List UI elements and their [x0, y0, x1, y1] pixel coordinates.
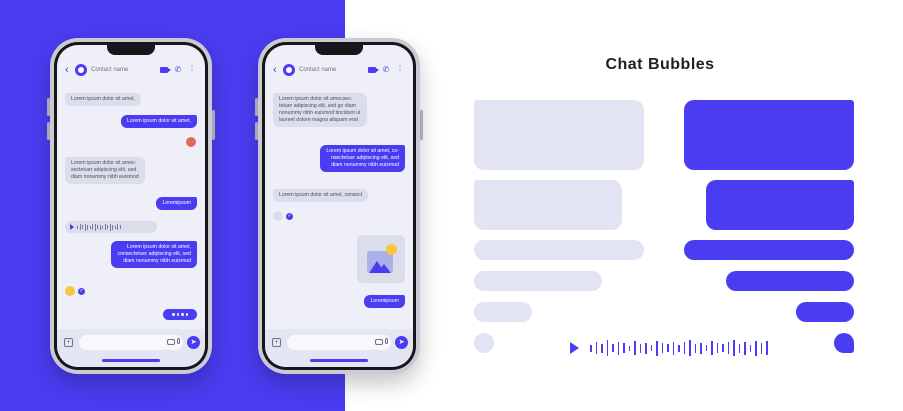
volume-down-button	[47, 122, 50, 140]
bubble-shape-blue-short	[726, 271, 854, 291]
volume-up-button	[255, 98, 258, 116]
volume-up-button	[47, 98, 50, 116]
home-indicator	[102, 359, 160, 362]
bubble-shape-blue-wide	[684, 240, 854, 260]
emoji-avatar	[65, 286, 75, 296]
phone-icon[interactable]: ✆	[173, 65, 183, 75]
more-icon[interactable]: ⋮	[187, 65, 197, 75]
contact-name[interactable]: Contact name	[299, 67, 363, 73]
message-outgoing[interactable]: Lorem ipsum dolor sit amet, co- nsectetu…	[320, 145, 405, 172]
message-incoming[interactable]: Lorem ipsum dolor sit amecsec- tetuer ad…	[273, 93, 367, 127]
notch	[107, 45, 155, 55]
chat-screen: ‹ Contact name ✆ ⋮ Lorem ipsum dolor sit…	[57, 45, 205, 367]
message-composer: + ➤	[57, 329, 205, 367]
check-icon: ✓	[286, 213, 293, 220]
message-outgoing[interactable]: Loremipsum	[364, 295, 405, 308]
back-arrow-icon[interactable]: ‹	[273, 64, 283, 76]
voice-waveform	[570, 338, 772, 358]
power-button	[420, 110, 423, 140]
bubble-shape-blue-small	[796, 302, 854, 322]
typing-indicator	[163, 309, 197, 320]
camera-icon[interactable]	[375, 339, 383, 345]
bubble-shape-blue-dot	[834, 333, 854, 353]
plus-icon[interactable]: +	[272, 338, 281, 347]
message-incoming[interactable]: Lorem ipsum dolor sit amet,	[65, 93, 142, 106]
volume-down-button	[255, 122, 258, 140]
check-icon: ✓	[78, 288, 85, 295]
phone-mockup-right: ‹ Contact name ✆ ⋮ Lorem ipsum dolor sit…	[255, 38, 423, 374]
power-button	[212, 110, 215, 140]
avatar-icon[interactable]	[75, 64, 87, 76]
bubble-shape-gray-dot	[474, 333, 494, 353]
plus-icon[interactable]: +	[64, 338, 73, 347]
bubble-shape-blue-large	[684, 100, 854, 170]
section-title: Chat Bubbles	[605, 56, 715, 73]
message-outgoing[interactable]: Loremipsum	[156, 197, 197, 210]
camera-icon[interactable]	[167, 339, 175, 345]
microphone-icon[interactable]	[385, 338, 388, 344]
phone-mockup-left: ‹ Contact name ✆ ⋮ Lorem ipsum dolor sit…	[47, 38, 215, 374]
bubble-shape-gray-medium	[474, 180, 622, 230]
contact-name[interactable]: Contact name	[91, 67, 155, 73]
back-arrow-icon[interactable]: ‹	[65, 64, 75, 76]
message-outgoing[interactable]: Lorem ipsum dolor sit amet, consectetuer…	[111, 241, 197, 268]
video-call-icon[interactable]	[367, 65, 379, 75]
bubble-shape-gray-wide	[474, 240, 644, 260]
message-outgoing[interactable]: Lorem ipsum dolor sit amet,	[120, 115, 197, 128]
chat-header: ‹ Contact name ✆ ⋮	[57, 59, 205, 81]
voice-message[interactable]	[65, 221, 157, 233]
play-icon[interactable]	[70, 224, 74, 230]
phone-icon[interactable]: ✆	[381, 65, 391, 75]
play-icon	[570, 342, 579, 354]
send-icon[interactable]: ➤	[395, 336, 408, 349]
message-incoming[interactable]: Lorem ipsum dolor sit amet, consect	[273, 189, 369, 202]
message-composer: + ➤	[265, 329, 413, 367]
chat-screen: ‹ Contact name ✆ ⋮ Lorem ipsum dolor sit…	[265, 45, 413, 367]
notch	[315, 45, 363, 55]
send-icon[interactable]: ➤	[187, 336, 200, 349]
bubble-shape-gray-large	[474, 100, 644, 170]
bubble-shape-gray-short	[474, 271, 602, 291]
avatar-icon[interactable]	[283, 64, 295, 76]
more-icon[interactable]: ⋮	[395, 65, 405, 75]
sender-avatar	[186, 137, 196, 147]
home-indicator	[310, 359, 368, 362]
sender-avatar	[273, 211, 283, 221]
bubble-shape-blue-medium	[706, 180, 854, 230]
video-call-icon[interactable]	[159, 65, 171, 75]
image-message[interactable]	[357, 235, 405, 283]
bubble-shape-gray-small	[474, 302, 532, 322]
message-incoming[interactable]: Lorem ipsum dolor sit amec- sectetuer ad…	[65, 157, 145, 184]
microphone-icon[interactable]	[177, 338, 180, 344]
chat-header: ‹ Contact name ✆ ⋮	[265, 59, 413, 81]
